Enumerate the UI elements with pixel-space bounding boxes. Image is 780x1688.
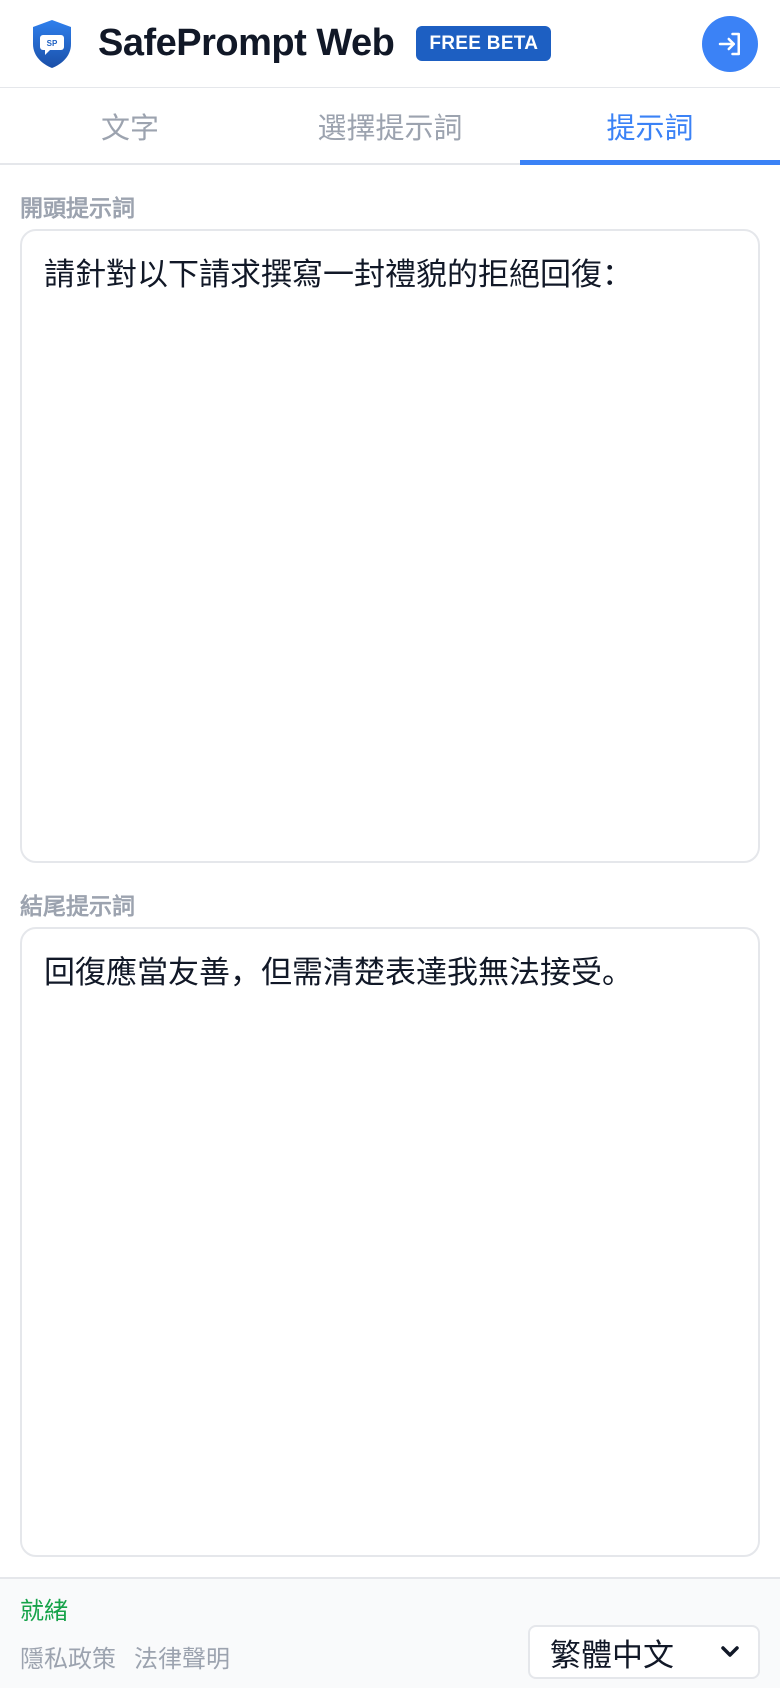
login-button[interactable] [702, 16, 758, 72]
language-select-value: 繁體中文 [550, 1637, 674, 1673]
app-header: SP SafePrompt Web FREE BETA [0, 0, 780, 88]
closing-prompt-input[interactable]: 回復應當友善，但需清楚表達我無法接受。 [20, 927, 760, 1557]
opening-prompt-section: 開頭提示詞 請針對以下請求撰寫一封禮貌的拒絕回復： [0, 165, 780, 863]
closing-prompt-section: 結尾提示詞 回復應當友善，但需清楚表達我無法接受。 [0, 863, 780, 1557]
shield-logo-icon: SP [28, 17, 76, 71]
status-text: 就緒 [20, 1598, 68, 1625]
tab-select-prompt[interactable]: 選擇提示詞 [260, 88, 520, 163]
privacy-policy-link[interactable]: 隱私政策 [20, 1639, 116, 1674]
tab-prompt[interactable]: 提示詞 [520, 88, 780, 165]
closing-prompt-label: 結尾提示詞 [20, 893, 135, 919]
app-title: SafePrompt Web [98, 22, 395, 64]
tab-bar: 文字 選擇提示詞 提示詞 [0, 88, 780, 165]
legal-notice-link[interactable]: 法律聲明 [134, 1639, 230, 1674]
footer-links: 隱私政策 法律聲明 [20, 1639, 230, 1674]
opening-prompt-label: 開頭提示詞 [20, 195, 135, 221]
chevron-down-icon [720, 1645, 740, 1659]
footer: 就緒 隱私政策 法律聲明 繁體中文 [0, 1577, 780, 1688]
language-select[interactable]: 繁體中文 [528, 1625, 760, 1679]
logo-text: SP [47, 39, 58, 48]
tab-text[interactable]: 文字 [0, 88, 260, 163]
opening-prompt-input[interactable]: 請針對以下請求撰寫一封禮貌的拒絕回復： [20, 229, 760, 863]
beta-badge: FREE BETA [416, 26, 552, 61]
sign-in-icon [718, 32, 740, 56]
